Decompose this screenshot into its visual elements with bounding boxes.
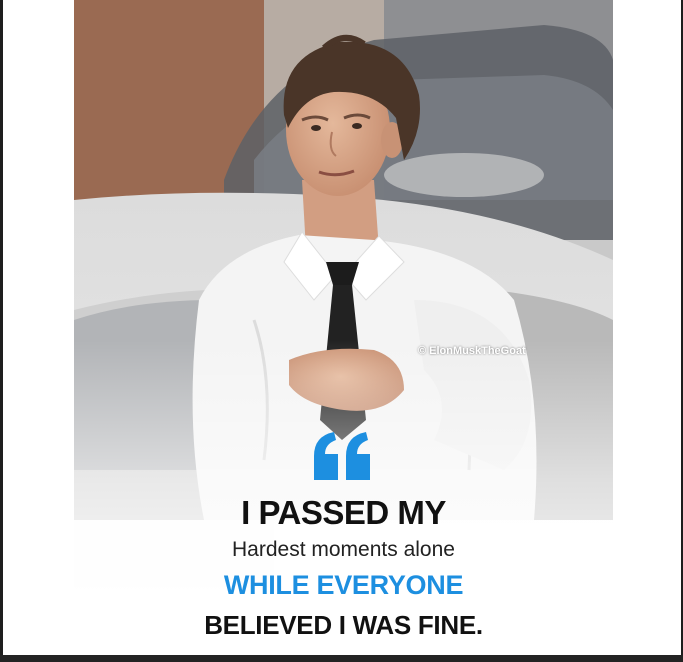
quote-poster: © ElonMuskTheGoat I PASSED MY Hardest mo… [74, 0, 613, 655]
watermark-credit: © ElonMuskTheGoat [418, 345, 526, 357]
quote-line-3: WHILE EVERYONE [223, 570, 464, 600]
left-border [0, 0, 3, 662]
bottom-border [0, 655, 683, 662]
quote-line-4: BELIEVED I WAS FINE. [204, 610, 483, 640]
double-quote-icon [314, 432, 370, 480]
quote-line-1: I PASSED MY [241, 494, 446, 531]
quote-line-2: Hardest moments alone [232, 538, 455, 561]
